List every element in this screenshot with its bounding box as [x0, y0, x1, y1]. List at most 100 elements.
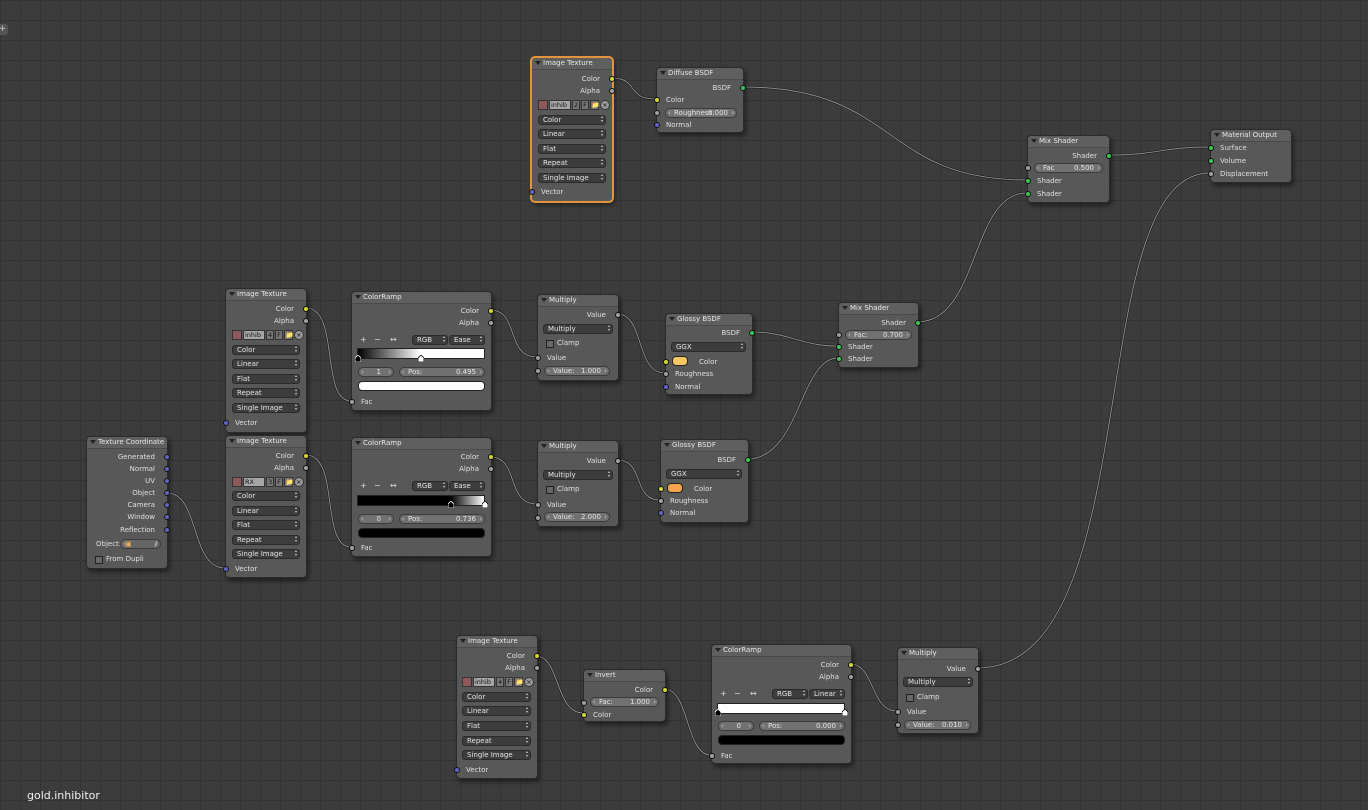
node-diffuse-bsdf[interactable]: Diffuse BSDF BSDF Color Roughness: 0.000… — [654, 67, 746, 133]
clamp-checkbox[interactable] — [546, 340, 554, 348]
color-space-dropdown[interactable]: Color — [462, 692, 531, 702]
source-dropdown[interactable]: Single Image — [232, 549, 300, 559]
node-title[interactable]: Glossy BSDF — [661, 440, 748, 452]
add-stop-button[interactable]: + — [720, 689, 727, 699]
node-title[interactable]: Glossy BSDF — [666, 314, 752, 326]
output-reflection-socket[interactable] — [164, 527, 170, 533]
ramp-stop-marker-selected[interactable] — [715, 709, 721, 716]
image-name[interactable]: inhib — [243, 330, 265, 340]
output-alpha-socket[interactable] — [848, 674, 854, 680]
ramp-stop-marker[interactable] — [355, 355, 361, 362]
clamp-checkbox[interactable] — [906, 694, 914, 702]
folder-icon[interactable]: 📁 — [589, 100, 600, 110]
node-title[interactable]: Material Output — [1211, 130, 1291, 142]
node-image-texture-bottom[interactable]: Image Texture Color Alpha inhib 4 F 📁 × … — [454, 635, 540, 779]
input-surface-socket[interactable] — [1208, 145, 1214, 151]
stop-index-field[interactable]: 0 — [718, 721, 754, 731]
output-alpha-socket[interactable] — [488, 320, 494, 326]
input-shader-1-socket[interactable] — [1025, 178, 1031, 184]
add-stop-button[interactable]: + — [360, 481, 367, 491]
output-alpha-socket[interactable] — [534, 665, 540, 671]
node-mix-shader-top[interactable]: Mix Shader Shader Fac 0.500 Shader Shade… — [1025, 135, 1112, 203]
input-value-2-socket[interactable] — [535, 368, 541, 374]
roughness-field[interactable]: Roughness: 0.000 — [665, 108, 737, 118]
remove-stop-button[interactable]: − — [734, 689, 741, 699]
input-roughness-socket[interactable] — [654, 110, 660, 116]
fake-user-button[interactable]: F — [581, 100, 589, 110]
input-roughness-socket[interactable] — [663, 371, 669, 377]
node-glossy-bsdf-mid[interactable]: Glossy BSDF BSDF GGX Color Roughness Nor… — [663, 313, 755, 395]
color-ramp-gradient[interactable] — [717, 703, 845, 714]
input-color-socket[interactable] — [654, 97, 660, 103]
unlink-icon[interactable]: × — [293, 330, 304, 340]
input-color-socket[interactable] — [658, 486, 664, 492]
value-field[interactable]: Value: 2.000 — [544, 512, 610, 522]
node-glossy-bsdf-low[interactable]: Glossy BSDF BSDF GGX Color Roughness Nor… — [658, 439, 751, 523]
output-color-socket[interactable] — [488, 454, 494, 460]
image-name[interactable]: RX — [243, 477, 265, 487]
stop-color-swatch[interactable] — [358, 381, 485, 391]
ramp-stop-marker-selected[interactable] — [448, 501, 454, 508]
output-window-socket[interactable] — [164, 514, 170, 520]
extension-dropdown[interactable]: Repeat — [232, 388, 300, 398]
source-dropdown[interactable]: Single Image — [462, 750, 531, 760]
node-title[interactable]: Mix Shader — [1028, 136, 1109, 148]
fake-user-button[interactable]: F — [275, 477, 283, 487]
extension-dropdown[interactable]: Repeat — [538, 158, 606, 168]
projection-dropdown[interactable]: Flat — [462, 721, 531, 731]
node-title[interactable]: Image Texture — [532, 58, 612, 70]
output-alpha-socket[interactable] — [303, 465, 309, 471]
output-bsdf-socket[interactable] — [749, 330, 755, 336]
output-color-socket[interactable] — [609, 76, 615, 82]
input-normal-socket[interactable] — [663, 384, 669, 390]
input-value-2-socket[interactable] — [895, 722, 901, 728]
input-vector-socket[interactable] — [223, 566, 229, 572]
input-value-1-socket[interactable] — [535, 355, 541, 361]
color-space-dropdown[interactable]: Color — [538, 115, 606, 125]
output-alpha-socket[interactable] — [488, 466, 494, 472]
input-roughness-socket[interactable] — [658, 498, 664, 504]
node-material-output[interactable]: Material Output Surface Volume Displacem… — [1208, 129, 1292, 183]
image-icon[interactable] — [232, 330, 242, 340]
color-mode-dropdown[interactable]: RGB — [412, 481, 448, 491]
node-title[interactable]: Image Texture — [226, 436, 306, 448]
math-operation-dropdown[interactable]: Multiply — [543, 324, 613, 334]
output-normal-socket[interactable] — [164, 466, 170, 472]
input-value-1-socket[interactable] — [535, 502, 541, 508]
unlink-icon[interactable]: × — [523, 677, 534, 687]
remove-stop-button[interactable]: − — [374, 335, 381, 345]
input-fac-socket[interactable] — [836, 332, 842, 338]
node-title[interactable]: Multiply — [538, 295, 618, 307]
node-title[interactable]: Multiply — [898, 648, 978, 660]
output-color-socket[interactable] — [848, 662, 854, 668]
fac-field[interactable]: Fac: 0.700 — [845, 330, 912, 340]
output-value-socket[interactable] — [615, 458, 621, 464]
image-name[interactable]: inhib — [473, 677, 495, 687]
node-multiply-mid[interactable]: Multiply Value Multiply Clamp Value Valu… — [535, 294, 621, 381]
add-stop-button[interactable]: + — [360, 335, 367, 345]
input-displacement-socket[interactable] — [1208, 171, 1214, 177]
output-color-socket[interactable] — [488, 308, 494, 314]
output-camera-socket[interactable] — [164, 502, 170, 508]
image-datablock-selector[interactable]: inhib 4 F 📁 × — [232, 330, 304, 340]
interpolation-dropdown[interactable]: Linear — [232, 506, 300, 516]
node-editor-canvas[interactable]: + Image Texture Color Alpha inhib 2 F 📁 … — [0, 0, 1368, 810]
input-shader-2-socket[interactable] — [1025, 191, 1031, 197]
image-datablock-selector[interactable]: RX 3 F 📁 × — [232, 477, 304, 487]
stop-position-field[interactable]: Pos: 0.736 — [399, 514, 485, 524]
node-title[interactable]: Texture Coordinate — [87, 437, 167, 449]
node-title[interactable]: ColorRamp — [712, 645, 851, 657]
image-icon[interactable] — [462, 677, 472, 687]
image-icon[interactable] — [538, 100, 548, 110]
folder-icon[interactable]: 📁 — [513, 677, 524, 687]
stop-color-swatch[interactable] — [718, 735, 845, 745]
projection-dropdown[interactable]: Flat — [232, 374, 300, 384]
input-vector-socket[interactable] — [529, 189, 535, 195]
flip-ramp-button[interactable]: ↔ — [390, 335, 397, 345]
color-space-dropdown[interactable]: Color — [232, 491, 300, 501]
output-generated-socket[interactable] — [164, 454, 170, 460]
node-title[interactable]: Mix Shader — [839, 303, 918, 315]
unlink-icon[interactable]: × — [293, 477, 304, 487]
from-dupli-checkbox[interactable] — [95, 556, 103, 564]
input-value-2-socket[interactable] — [535, 515, 541, 521]
